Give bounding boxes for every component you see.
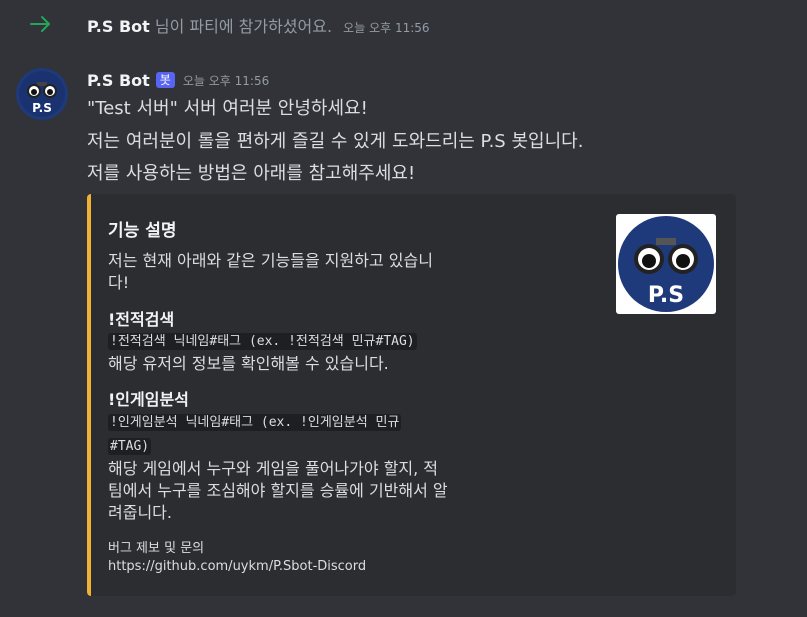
bot-badge: 봇 [155, 72, 175, 88]
system-timestamp[interactable]: 오늘 오후 11:56 [343, 21, 429, 35]
avatar[interactable]: P.S [16, 68, 68, 120]
embed: 기능 설명 저는 현재 아래와 같은 기능들을 지원하고 있습니 다! !전적검… [87, 194, 736, 596]
system-text: P.S Bot 님이 파티에 참가하셨어요. 오늘 오후 11:56 [87, 13, 430, 37]
author-name[interactable]: P.S Bot [87, 71, 150, 90]
chat-view: P.S Bot 님이 파티에 참가하셨어요. 오늘 오후 11:56 P.S P… [0, 0, 807, 617]
embed-description-line: 저는 현재 아래와 같은 기능들을 지원하고 있습니 [108, 251, 433, 270]
field-code-ingame: !인게임분석 닉네임#태그 (ex. !인게임분석 민규 #TAG) [108, 413, 402, 457]
avatar-text: P.S [32, 101, 52, 115]
field-text-search: 해당 유저의 정보를 확인해볼 수 있습니다. [108, 354, 389, 373]
field-name-search: !전적검색 [108, 310, 175, 329]
field-text-line: 려줍니다. [108, 503, 172, 522]
field-text-ingame: 해당 게임에서 누구와 게임을 풀어나가야 할지, 적 팀에서 누구를 조심해야… [108, 458, 503, 524]
embed-footer-url[interactable]: https://github.com/uykm/P.Sbot-Discord [108, 559, 366, 574]
code-line: #TAG) [108, 438, 152, 455]
ps-logo-icon: P.S [16, 68, 68, 120]
embed-thumbnail[interactable]: P.S [616, 214, 716, 314]
embed-footer-label: 버그 제보 및 문의 [108, 541, 205, 556]
system-join-message: P.S Bot 님이 파티에 참가하셨어요. 오늘 오후 11:56 [0, 10, 807, 38]
message-line: 저는 여러분이 롤을 편하게 즐길 수 있게 도와드리는 P.S 봇입니다. [87, 131, 584, 152]
message-timestamp[interactable]: 오늘 오후 11:56 [183, 72, 269, 89]
message-line: "Test 서버" 서버 여러분 안녕하세요! [87, 98, 368, 119]
field-code-search: !전적검색 닉네임#태그 (ex. !전적검색 민규#TAG) [108, 332, 417, 352]
message-header: P.S Bot 봇 오늘 오후 11:56 [87, 68, 269, 92]
ps-logo-icon: P.S [618, 216, 714, 312]
code-line: !인게임분석 닉네임#태그 (ex. !인게임분석 민규 [108, 414, 402, 431]
embed-description: 저는 현재 아래와 같은 기능들을 지원하고 있습니 다! [108, 250, 488, 294]
field-name-ingame: !인게임분석 [108, 390, 189, 409]
thumbnail-text: P.S [648, 283, 684, 308]
code-line: !전적검색 닉네임#태그 (ex. !전적검색 민규#TAG) [108, 333, 417, 350]
field-text-line: 팀에서 누구를 조심해야 할지를 승률에 기반해서 알 [108, 481, 448, 500]
embed-description-line: 다! [108, 273, 130, 292]
system-message-text: 님이 파티에 참가하셨어요. [154, 17, 333, 36]
system-username[interactable]: P.S Bot [87, 17, 150, 36]
embed-title: 기능 설명 [108, 221, 177, 241]
message-line: 저를 사용하는 방법은 아래를 참고해주세요! [87, 163, 416, 184]
join-arrow-icon [30, 16, 50, 32]
field-text-line: 해당 게임에서 누구와 게임을 풀어나가야 할지, 적 [108, 459, 439, 478]
